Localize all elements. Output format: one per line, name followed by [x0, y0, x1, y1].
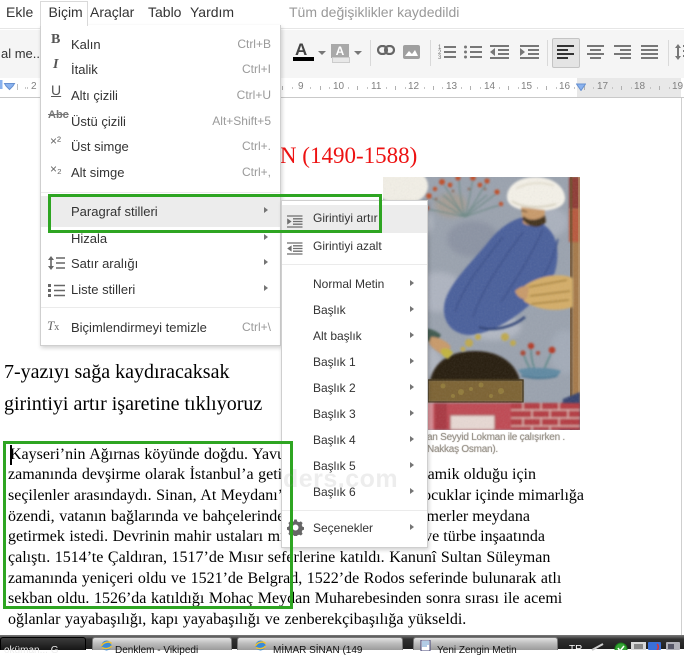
svg-text:3: 3 — [438, 55, 442, 60]
